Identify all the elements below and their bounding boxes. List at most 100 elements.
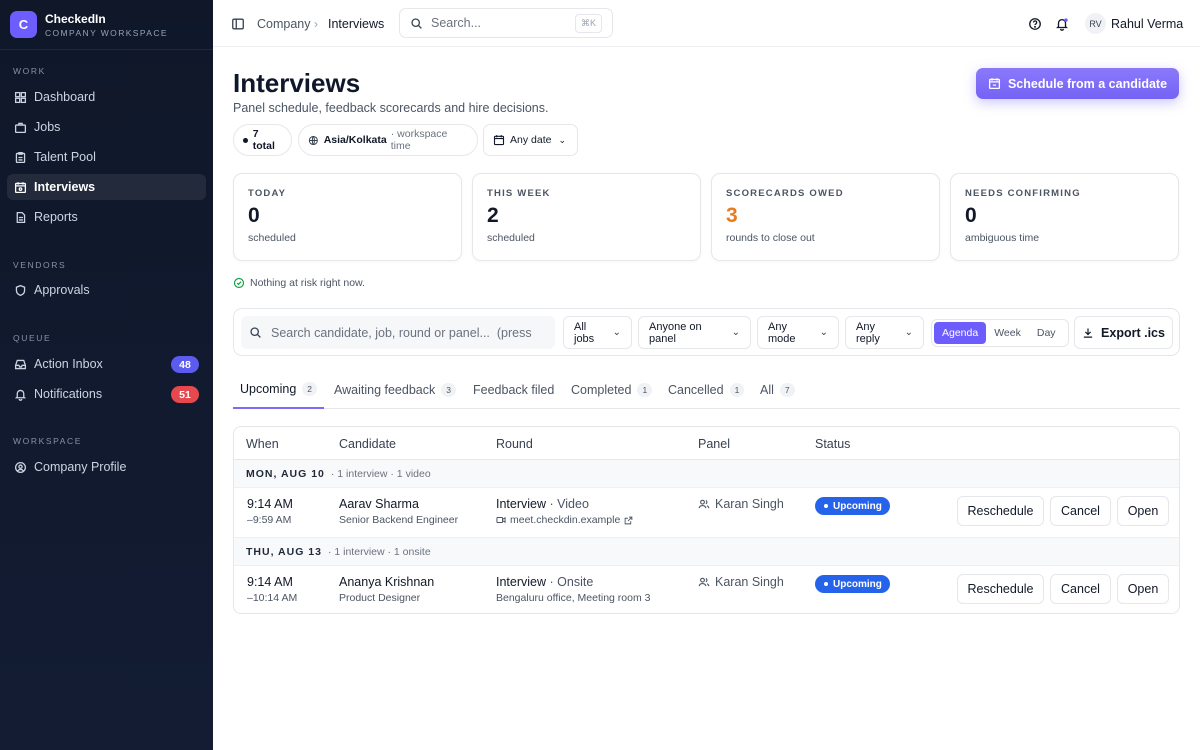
brand[interactable]: C CheckedIn COMPANY WORKSPACE	[0, 0, 213, 50]
tab-upcoming[interactable]: Upcoming 2	[233, 370, 324, 409]
panel-member: Karan Singh	[715, 575, 784, 589]
candidate-name[interactable]: Ananya Krishnan	[339, 575, 434, 589]
cancel-button[interactable]: Cancel	[1050, 496, 1111, 526]
sidebar-item-label: Interviews	[34, 180, 96, 194]
sidebar-item-notifications[interactable]: Notifications 51	[7, 381, 206, 407]
tab-completed[interactable]: Completed 1	[571, 370, 653, 409]
video-icon	[496, 516, 506, 524]
sidebar-item-label: Reports	[34, 210, 78, 224]
chevron-down-icon: ⌄	[612, 327, 621, 338]
sidebar-item-approvals[interactable]: Approvals	[7, 277, 206, 303]
tab-feedback-filed[interactable]: Feedback filed	[473, 370, 554, 409]
tab-count: 3	[441, 382, 456, 397]
start-time: 9:14 AM	[247, 575, 293, 589]
shield-icon	[13, 283, 27, 297]
stat-label: TODAY	[248, 188, 287, 199]
stat-label: SCORECARDS OWED	[726, 188, 844, 199]
tab-label: Upcoming	[240, 381, 297, 396]
download-icon	[1083, 328, 1093, 338]
open-button[interactable]: Open	[1117, 496, 1169, 526]
interviews-table: When Candidate Round Panel Status MON, A…	[233, 426, 1180, 614]
date-filter-dropdown[interactable]: Any date ⌄	[483, 124, 578, 156]
stat-sub: scheduled	[487, 232, 535, 244]
total-count: 7 total	[252, 128, 275, 152]
sidebar-item-dashboard[interactable]: Dashboard	[7, 84, 206, 110]
candidate-role: Product Designer	[339, 592, 421, 604]
group-meta: · 1 interview · 1 onsite	[327, 545, 431, 558]
tab-awaiting-feedback[interactable]: Awaiting feedback 3	[334, 370, 456, 409]
export-ics-button[interactable]: Export .ics	[1074, 316, 1173, 349]
sidebar-item-company-profile[interactable]: Company Profile	[7, 454, 206, 480]
help-icon[interactable]	[1028, 0, 1042, 47]
sidebar-toggle-icon[interactable]	[231, 0, 245, 47]
search-icon	[411, 17, 422, 29]
page-title: Interviews	[233, 68, 361, 98]
total-count-chip: 7 total	[233, 124, 292, 156]
column-header-candidate: Candidate	[339, 436, 396, 451]
bell-icon	[13, 387, 27, 401]
table-row[interactable]: 9:14 AM –10:14 AM Ananya Krishnan Produc…	[234, 566, 1179, 613]
chevron-down-icon: ⌄	[904, 327, 913, 338]
users-icon	[698, 577, 710, 587]
view-day-button[interactable]: Day	[1029, 322, 1064, 344]
dashboard-icon	[13, 90, 27, 104]
jobs-filter-dropdown[interactable]: All jobs ⌄	[563, 316, 632, 349]
topbar: Company › Interviews Search... ⌘K RV Rah…	[213, 0, 1200, 47]
meeting-link[interactable]: meet.checkdin.example	[496, 514, 633, 526]
tab-label: Completed	[571, 382, 632, 397]
sidebar-item-interviews[interactable]: Interviews	[7, 174, 206, 200]
tab-cancelled[interactable]: Cancelled 1	[668, 370, 745, 409]
timezone-chip[interactable]: Asia/Kolkata · workspace time	[298, 124, 478, 156]
stat-value: 3	[726, 204, 738, 227]
status-label: Upcoming	[833, 578, 882, 590]
calendar-plus-icon	[988, 78, 1000, 90]
round-mode: · Video	[549, 497, 589, 511]
nav-section-vendors: VENDORS	[13, 260, 67, 270]
view-agenda-button[interactable]: Agenda	[934, 322, 987, 344]
sidebar-item-action-inbox[interactable]: Action Inbox 48	[7, 351, 206, 377]
schedule-from-candidate-button[interactable]: Schedule from a candidate	[976, 68, 1179, 99]
sidebar-item-label: Jobs	[34, 120, 61, 134]
sidebar-item-jobs[interactable]: Jobs	[7, 114, 206, 140]
search-icon	[250, 327, 261, 338]
table-row[interactable]: 9:14 AM –9:59 AM Aarav Sharma Senior Bac…	[234, 488, 1179, 538]
open-button[interactable]: Open	[1117, 574, 1169, 604]
global-search-input[interactable]: Search... ⌘K	[399, 8, 613, 38]
search-placeholder: Search...	[431, 16, 482, 30]
sidebar-item-reports[interactable]: Reports	[7, 204, 206, 230]
panel-filter-dropdown[interactable]: Anyone on panel ⌄	[638, 316, 751, 349]
brand-name: CheckedIn	[45, 11, 106, 26]
tab-all[interactable]: All 7	[760, 370, 795, 409]
reply-filter-dropdown[interactable]: Any reply ⌄	[845, 316, 924, 349]
column-header-round: Round	[496, 436, 533, 451]
group-meta: · 1 interview · 1 video	[330, 467, 431, 480]
mode-filter-dropdown[interactable]: Any mode ⌄	[757, 316, 839, 349]
mode-filter-value: Any mode	[768, 320, 796, 345]
tab-count: 2	[302, 381, 318, 396]
chevron-down-icon: ⌄	[558, 134, 566, 145]
notification-bell-icon[interactable]	[1055, 0, 1069, 47]
stat-card-scorecards-owed: SCORECARDS OWED 3 rounds to close out	[711, 173, 940, 261]
risk-status: Nothing at risk right now.	[233, 277, 365, 289]
day-group-header: MON, AUG 10 · 1 interview · 1 video	[234, 460, 1179, 488]
stat-label: NEEDS CONFIRMING	[965, 188, 1081, 199]
reschedule-button[interactable]: Reschedule	[957, 574, 1044, 604]
interview-search-input[interactable]: Search candidate, job, round or panel...…	[241, 316, 555, 349]
page-subtitle: Panel schedule, feedback scorecards and …	[233, 101, 549, 115]
start-time: 9:14 AM	[247, 497, 293, 511]
reply-filter-value: Any reply	[856, 320, 880, 345]
cancel-button[interactable]: Cancel	[1050, 574, 1111, 604]
risk-note: Nothing at risk right now.	[250, 277, 365, 289]
globe-icon	[308, 135, 318, 145]
sidebar-item-label: Action Inbox	[34, 357, 103, 371]
breadcrumb-company[interactable]: Company	[257, 0, 311, 47]
tab-count: 1	[729, 382, 745, 397]
user-menu[interactable]: RV Rahul Verma	[1085, 0, 1183, 47]
stat-sub: ambiguous time	[965, 232, 1040, 244]
reschedule-button[interactable]: Reschedule	[957, 496, 1044, 526]
candidate-name[interactable]: Aarav Sharma	[339, 497, 458, 511]
status-badge: Upcoming	[815, 575, 890, 593]
end-time: –10:14 AM	[247, 592, 298, 604]
view-week-button[interactable]: Week	[986, 322, 1029, 344]
sidebar-item-talent-pool[interactable]: Talent Pool	[7, 144, 206, 170]
